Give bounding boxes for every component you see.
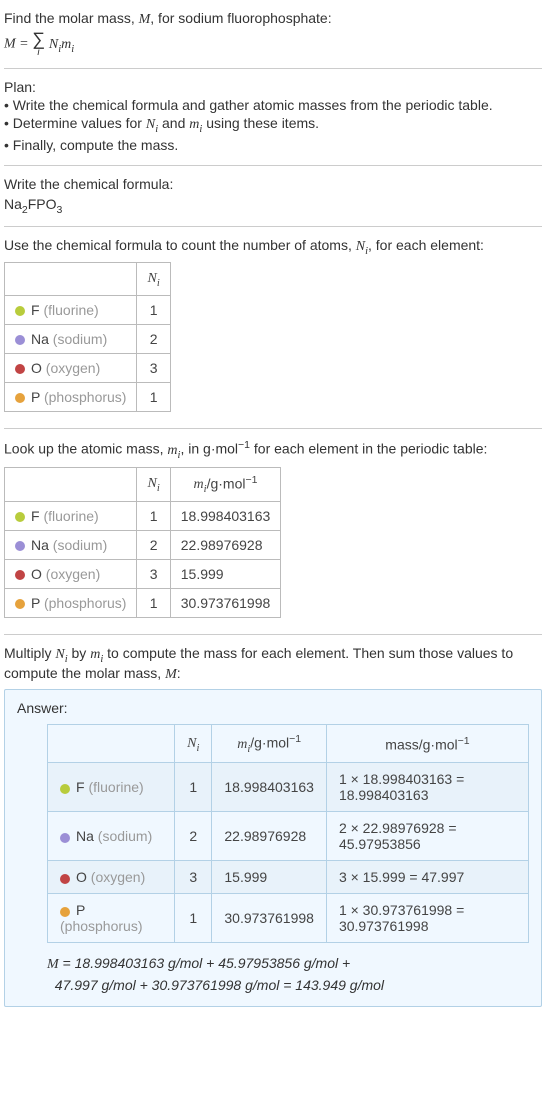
plan-section: Plan: • Write the chemical formula and g… xyxy=(4,73,542,161)
table-row: P (phosphorus) 1 xyxy=(5,383,171,412)
summation-icon: ∑i xyxy=(32,30,45,58)
element-swatch xyxy=(60,874,70,884)
formula-m: mi xyxy=(61,37,74,52)
table-row: P (phosphorus)130.9737619981 × 30.973761… xyxy=(48,894,529,943)
element-swatch xyxy=(15,335,25,345)
table-row: Na (sodium)222.989769282 × 22.98976928 =… xyxy=(48,812,529,861)
divider xyxy=(4,68,542,69)
element-name: (oxygen) xyxy=(46,360,100,376)
n-value: 1 xyxy=(137,296,170,325)
n-value: 2 xyxy=(137,325,170,354)
element-swatch xyxy=(15,541,25,551)
element-name: (sodium) xyxy=(53,331,107,347)
plan-title: Plan: xyxy=(4,79,542,95)
intro-var-m: M xyxy=(139,12,151,27)
plan-bullet: • Write the chemical formula and gather … xyxy=(4,97,542,113)
formula-eq: = xyxy=(16,37,32,52)
element-symbol: Na xyxy=(31,331,49,347)
plan-bullet: • Finally, compute the mass. xyxy=(4,137,542,153)
element-swatch xyxy=(15,599,25,609)
element-swatch xyxy=(15,570,25,580)
intro-text: Find the molar mass, xyxy=(4,10,139,26)
element-swatch xyxy=(60,833,70,843)
element-swatch xyxy=(60,907,70,917)
element-swatch xyxy=(15,306,25,316)
element-name: (fluorine) xyxy=(43,302,98,318)
step1-section: Write the chemical formula: Na2FPO3 xyxy=(4,170,542,222)
step3-section: Look up the atomic mass, mi, in g·mol−1 … xyxy=(4,433,542,630)
chemical-formula: Na2FPO3 xyxy=(4,196,542,216)
answer-label: Answer: xyxy=(17,700,529,716)
intro-text-end: , for sodium fluorophosphate: xyxy=(150,10,331,26)
step4-title: Multiply Ni by mi to compute the mass fo… xyxy=(4,645,542,683)
step3-title: Look up the atomic mass, mi, in g·mol−1 … xyxy=(4,439,542,460)
n-value: 3 xyxy=(137,354,170,383)
table-row: O (oxygen)315.9993 × 15.999 = 47.997 xyxy=(48,861,529,894)
answer-table: Nimi/g·mol−1mass/g·mol−1 F (fluorine)118… xyxy=(47,724,529,943)
answer-box: Answer: Nimi/g·mol−1mass/g·mol−1 F (fluo… xyxy=(4,689,542,1007)
atomic-mass-table: Nimi/g·mol−1 F (fluorine)118.998403163 N… xyxy=(4,467,281,618)
n-value: 1 xyxy=(137,383,170,412)
element-symbol: O xyxy=(31,360,42,376)
divider xyxy=(4,226,542,227)
sigma-symbol: ∑ xyxy=(32,30,45,48)
intro-section: Find the molar mass, M, for sodium fluor… xyxy=(4,4,542,64)
step2-title: Use the chemical formula to count the nu… xyxy=(4,237,542,257)
formula-lhs: M xyxy=(4,37,16,52)
element-swatch xyxy=(15,364,25,374)
table-row: O (oxygen) 3 xyxy=(5,354,171,383)
divider xyxy=(4,428,542,429)
table-row: P (phosphorus)130.973761998 xyxy=(5,589,281,618)
table-row: O (oxygen)315.999 xyxy=(5,560,281,589)
final-equation: M = 18.998403163 g/mol + 45.97953856 g/m… xyxy=(47,953,529,996)
table-row: F (fluorine)118.9984031631 × 18.99840316… xyxy=(48,763,529,812)
element-symbol: F xyxy=(31,302,40,318)
table-row: F (fluorine)118.998403163 xyxy=(5,502,281,531)
divider xyxy=(4,165,542,166)
step2-section: Use the chemical formula to count the nu… xyxy=(4,231,542,425)
table-row: Na (sodium)222.98976928 xyxy=(5,531,281,560)
step4-section: Multiply Ni by mi to compute the mass fo… xyxy=(4,639,542,1013)
sum-index: i xyxy=(37,48,39,58)
plan-bullets: • Write the chemical formula and gather … xyxy=(4,97,542,153)
table-row: F (fluorine) 1 xyxy=(5,296,171,325)
divider xyxy=(4,634,542,635)
atom-count-table: Ni F (fluorine)1 Na (sodium)2 O (oxygen)… xyxy=(4,262,171,412)
element-swatch xyxy=(15,393,25,403)
element-symbol: P xyxy=(31,389,40,405)
element-swatch xyxy=(15,512,25,522)
table-row: Na (sodium) 2 xyxy=(5,325,171,354)
step1-title: Write the chemical formula: xyxy=(4,176,542,192)
plan-bullet: • Determine values for Ni and mi using t… xyxy=(4,115,542,135)
element-swatch xyxy=(60,784,70,794)
formula-N: Ni xyxy=(49,37,61,52)
element-name: (phosphorus) xyxy=(44,389,127,405)
molar-mass-formula: M = ∑i Nimi xyxy=(4,30,542,58)
